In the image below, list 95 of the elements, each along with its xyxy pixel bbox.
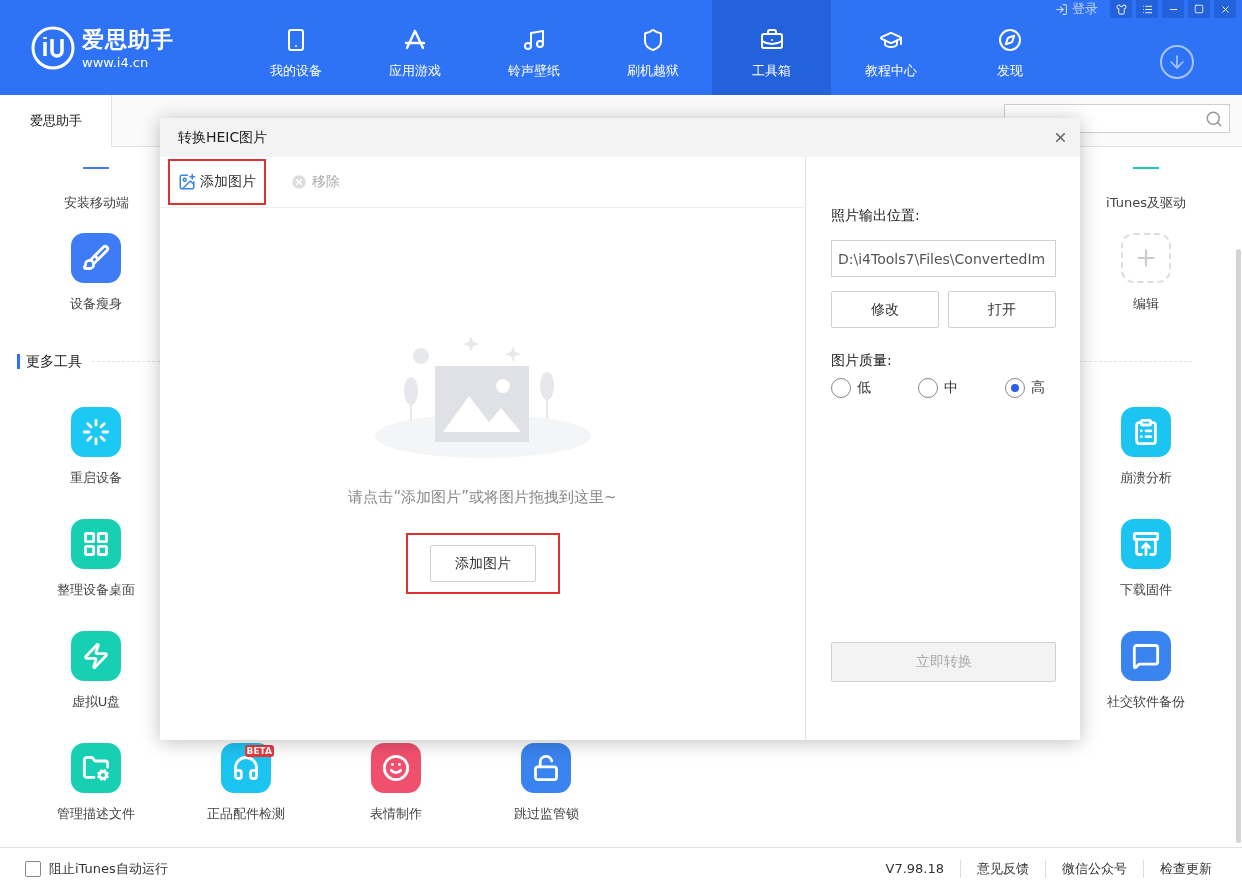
- tool-label[interactable]: 安装移动端: [63, 194, 129, 212]
- tab[interactable]: 爱思助手: [0, 95, 112, 147]
- close-icon[interactable]: [1053, 130, 1068, 145]
- add-image-button[interactable]: 添加图片: [168, 159, 266, 205]
- nav-label: 应用游戏: [388, 61, 441, 80]
- brush-icon: [82, 244, 110, 272]
- tool-tile[interactable]: [371, 743, 421, 793]
- nav-label: 工具箱: [752, 61, 791, 80]
- logo-name: 爱思助手: [82, 26, 174, 54]
- tool-label[interactable]: 编辑: [1133, 295, 1159, 313]
- tool-label[interactable]: 社交软件备份: [1107, 693, 1185, 711]
- chat-icon: [1132, 642, 1160, 670]
- skin-button[interactable]: [1110, 0, 1132, 18]
- empty-hint: 请点击“添加图片”或将图片拖拽到这里~: [348, 488, 617, 507]
- maximize-icon: [1194, 4, 1204, 14]
- download-button[interactable]: [1160, 45, 1194, 79]
- logo-icon: [30, 24, 76, 71]
- quality-radio[interactable]: 高: [1005, 378, 1056, 398]
- nav-tab[interactable]: 我的设备: [236, 0, 355, 95]
- burst-icon: [82, 418, 110, 446]
- tool-tile[interactable]: [71, 233, 121, 283]
- folder-gear-icon: [82, 754, 110, 782]
- nav-tab[interactable]: 应用游戏: [355, 0, 474, 95]
- lightning-icon: [82, 642, 110, 670]
- version-text: V7.98.18: [884, 861, 945, 876]
- add-image-button[interactable]: 添加图片: [429, 545, 536, 582]
- dialog-title: 转换HEIC图片: [178, 128, 268, 147]
- app-store-icon: [402, 27, 427, 52]
- tool-label[interactable]: 设备瘦身: [70, 295, 122, 313]
- section-title: 更多工具: [17, 354, 82, 369]
- clipboard-icon: [1132, 418, 1160, 446]
- tool-tile[interactable]: BETA: [221, 743, 271, 793]
- quality-radio[interactable]: 低: [831, 378, 918, 398]
- change-button[interactable]: 修改: [831, 291, 939, 328]
- nav-tab[interactable]: 工具箱: [712, 0, 831, 95]
- tool-label[interactable]: 管理描述文件: [57, 805, 135, 823]
- tool-tile[interactable]: [71, 407, 121, 457]
- nav-tab[interactable]: 教程中心: [831, 0, 950, 95]
- nav-label: 刷机越狱: [626, 61, 679, 80]
- tool-label[interactable]: 整理设备桌面: [57, 581, 135, 599]
- close-button[interactable]: [1214, 0, 1236, 18]
- nav-label: 我的设备: [269, 61, 322, 80]
- block-itunes-checkbox[interactable]: 阻止iTunes自动运行: [25, 859, 168, 878]
- open-button[interactable]: 打开: [948, 291, 1056, 328]
- nav-icon: [521, 27, 546, 52]
- maximize-button[interactable]: [1188, 0, 1210, 18]
- output-path-field[interactable]: D:\i4Tools7\Files\ConvertedIm: [831, 240, 1056, 277]
- tool-tile[interactable]: [1121, 631, 1171, 681]
- tool-tile[interactable]: [71, 743, 121, 793]
- nav-label: 铃声壁纸: [507, 61, 560, 80]
- checkbox-label: 阻止iTunes自动运行: [49, 859, 168, 878]
- output-label: 照片输出位置:: [831, 207, 921, 225]
- quality-radio[interactable]: 中: [918, 378, 1005, 398]
- earphones-icon: [232, 754, 260, 782]
- tray-download-icon: [1132, 530, 1160, 558]
- tool-label[interactable]: 崩溃分析: [1120, 469, 1172, 487]
- tool-tile[interactable]: [71, 519, 121, 569]
- tool-label[interactable]: iTunes及驱动: [1106, 194, 1186, 212]
- nav-tab[interactable]: 铃声壁纸: [474, 0, 593, 95]
- nav-tab[interactable]: 发现: [950, 0, 1069, 95]
- menu-button[interactable]: [1136, 0, 1158, 18]
- tool-label[interactable]: 重启设备: [70, 469, 122, 487]
- nav-tab[interactable]: 刷机越狱: [593, 0, 712, 95]
- smiley-icon: [382, 754, 410, 782]
- tool-label[interactable]: 表情制作: [370, 805, 422, 823]
- nav-icon: [759, 27, 784, 52]
- tool-tile[interactable]: [521, 743, 571, 793]
- add-tool-tile[interactable]: [1121, 233, 1171, 283]
- unlocked-padlock-icon: [532, 754, 560, 782]
- nav-label: 教程中心: [864, 61, 917, 80]
- nav-label: 发现: [996, 61, 1023, 80]
- search-icon: [1205, 109, 1223, 128]
- status-link[interactable]: 意见反馈: [960, 859, 1045, 878]
- shirt-icon: [1115, 3, 1127, 15]
- remove-icon: [290, 173, 308, 191]
- grid-icon: [82, 530, 110, 558]
- login-icon[interactable]: [1055, 2, 1068, 16]
- scrollbar[interactable]: [1236, 249, 1241, 843]
- add-file-icon: [178, 173, 196, 191]
- menu-icon: [1141, 3, 1153, 15]
- beta-badge: BETA: [244, 745, 274, 757]
- tool-label[interactable]: 下载固件: [1120, 581, 1172, 599]
- close-icon: [1219, 3, 1231, 15]
- tool-label[interactable]: 跳过监管锁: [513, 805, 579, 823]
- tool-tile[interactable]: [1121, 407, 1171, 457]
- tool-label[interactable]: 虚拟U盘: [71, 693, 121, 711]
- status-link[interactable]: 检查更新: [1143, 859, 1228, 878]
- checkbox[interactable]: [25, 860, 41, 877]
- tool-tile[interactable]: [71, 631, 121, 681]
- quality-label: 图片质量:: [831, 352, 893, 370]
- logo-url: www.i4.cn: [82, 55, 150, 70]
- tool-tile[interactable]: [1121, 519, 1171, 569]
- nav-icon: [997, 27, 1022, 52]
- tool-label[interactable]: 正品配件检测: [207, 805, 285, 823]
- status-link[interactable]: 微信公众号: [1045, 859, 1143, 878]
